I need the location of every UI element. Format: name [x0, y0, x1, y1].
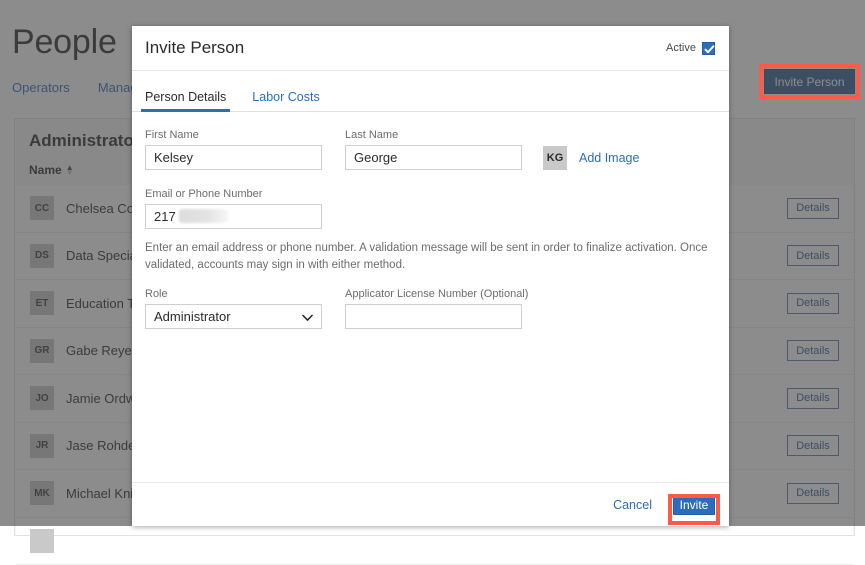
active-label: Active — [666, 42, 696, 54]
first-name-input[interactable]: Kelsey — [145, 145, 322, 170]
last-name-input[interactable]: George — [345, 145, 522, 170]
add-image-link[interactable]: Add Image — [579, 151, 639, 165]
last-name-group: Last Name George — [345, 129, 522, 170]
dialog-body: First Name Kelsey Last Name George KG Ad… — [132, 112, 729, 482]
email-help-text: Enter an email address or phone number. … — [145, 240, 717, 273]
tab-person-details[interactable]: Person Details — [145, 90, 226, 111]
first-name-group: First Name Kelsey — [145, 129, 322, 170]
cancel-button[interactable]: Cancel — [613, 498, 652, 512]
role-select[interactable]: Administrator — [145, 304, 322, 329]
chevron-down-icon — [302, 309, 313, 324]
invite-button[interactable]: Invite — [673, 494, 715, 515]
tab-labor-costs[interactable]: Labor Costs — [252, 90, 319, 111]
email-label: Email or Phone Number — [145, 188, 716, 200]
license-input[interactable] — [345, 304, 522, 329]
email-input[interactable]: 217 — [145, 204, 322, 229]
last-name-label: Last Name — [345, 129, 522, 141]
role-select-value: Administrator — [154, 309, 231, 324]
license-label: Applicator License Number (Optional) — [345, 288, 522, 300]
license-group: Applicator License Number (Optional) — [345, 288, 522, 329]
invite-person-dialog: Invite Person Active Person Details Labo… — [132, 26, 729, 526]
name-row: First Name Kelsey Last Name George KG Ad… — [145, 129, 716, 170]
avatar-group: KG Add Image — [543, 146, 639, 170]
role-row: Role Administrator Applicator License Nu… — [145, 288, 716, 329]
dialog-footer: Cancel Invite — [132, 482, 729, 526]
avatar: KG — [543, 146, 567, 170]
dialog-header: Invite Person Active — [132, 26, 729, 71]
first-name-label: First Name — [145, 129, 322, 141]
active-toggle-group[interactable]: Active — [666, 42, 715, 55]
email-input-wrap: 217 — [145, 204, 322, 229]
active-checkbox[interactable] — [702, 42, 715, 55]
check-icon — [704, 44, 715, 55]
dialog-tabs: Person Details Labor Costs — [132, 82, 729, 112]
role-label: Role — [145, 288, 322, 300]
email-group: Email or Phone Number 217 Enter an email… — [145, 188, 716, 273]
avatar — [30, 529, 54, 553]
dialog-title: Invite Person — [145, 38, 244, 58]
role-group: Role Administrator — [145, 288, 322, 329]
